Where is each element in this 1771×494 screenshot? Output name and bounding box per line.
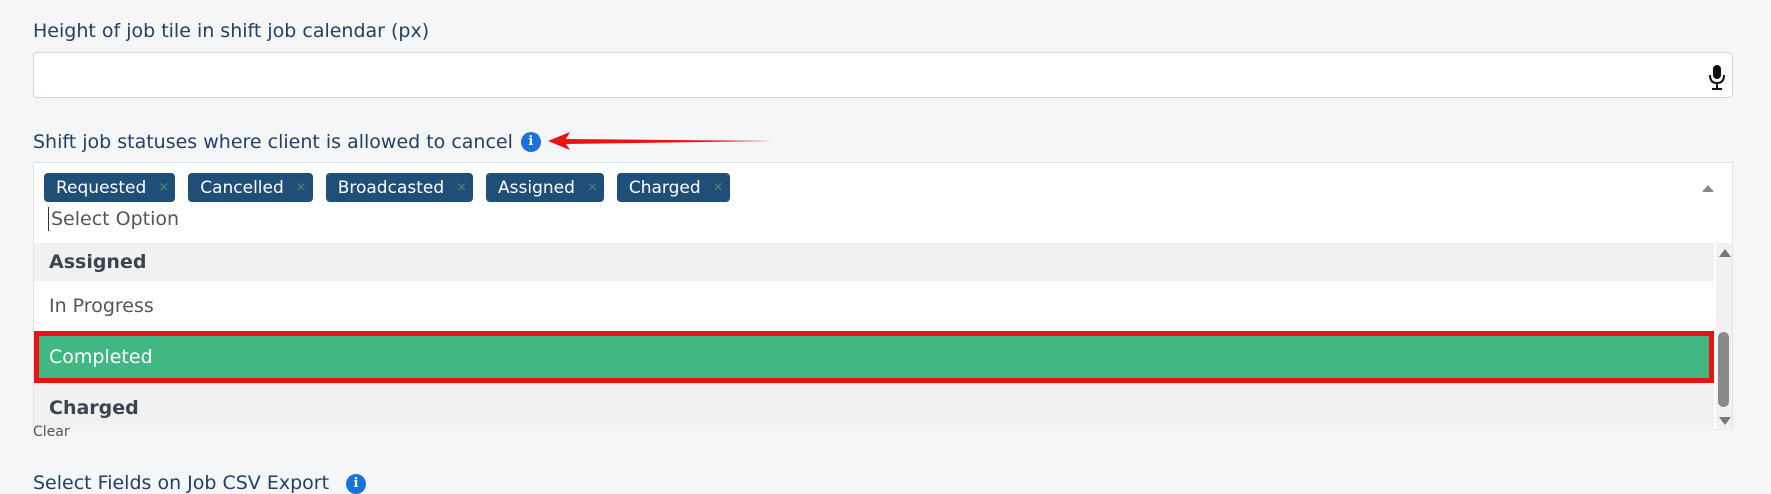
tag-assigned: Assigned × [486, 173, 604, 202]
height-input[interactable] [33, 52, 1733, 98]
statuses-field-label: Shift job statuses where client is allow… [33, 131, 541, 153]
tag-requested: Requested × [44, 173, 176, 202]
tag-remove-icon[interactable]: × [158, 180, 169, 195]
height-field-label: Height of job tile in shift job calendar… [33, 20, 430, 42]
red-arrow-annotation [548, 132, 774, 150]
options-scrollbar[interactable] [1716, 243, 1732, 431]
tag-remove-icon[interactable]: × [296, 180, 307, 195]
scrollbar-thumb[interactable] [1718, 332, 1729, 407]
scroll-up-icon[interactable] [1719, 249, 1731, 257]
tag-broadcasted: Broadcasted × [325, 173, 474, 202]
scroll-down-icon[interactable] [1719, 417, 1731, 425]
tag-remove-icon[interactable]: × [587, 180, 598, 195]
microphone-icon[interactable] [1706, 63, 1728, 91]
status-multiselect[interactable]: Requested × Cancelled × Broadcasted × Assig… [33, 162, 1733, 431]
option-in-progress[interactable]: In Progress [34, 281, 1714, 331]
options-list: Assigned In Progress Completed Charged [34, 243, 1714, 431]
tag-charged: Charged × [616, 173, 730, 202]
statuses-label-text: Shift job statuses where client is allow… [33, 131, 513, 153]
info-icon[interactable]: i [520, 132, 541, 152]
option-charged[interactable]: Charged [34, 383, 1714, 431]
option-search-input[interactable]: Select Option [48, 207, 179, 231]
clear-link[interactable]: Clear [33, 424, 70, 440]
option-completed[interactable]: Completed [34, 331, 1714, 383]
tag-remove-icon[interactable]: × [456, 180, 467, 195]
csv-field-label: Select Fields on Job CSV Export [33, 472, 330, 494]
tag-remove-icon[interactable]: × [713, 180, 724, 195]
option-assigned[interactable]: Assigned [34, 243, 1714, 281]
csv-info-icon[interactable]: i [346, 474, 366, 494]
selected-tags: Requested × Cancelled × Broadcasted × Assig… [44, 173, 730, 202]
caret-up-icon[interactable] [1702, 185, 1714, 192]
tag-cancelled: Cancelled × [188, 173, 313, 202]
